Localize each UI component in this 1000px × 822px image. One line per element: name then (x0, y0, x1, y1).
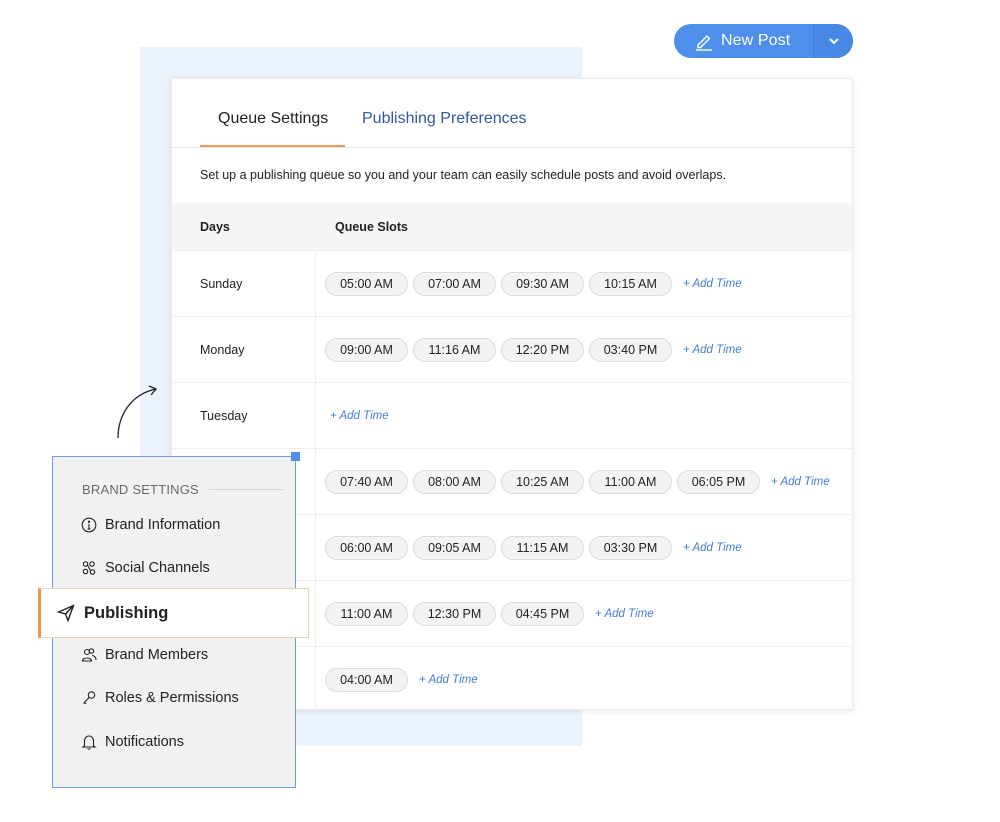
menu-item-roles-permissions[interactable]: Roles & Permissions (81, 690, 239, 706)
social-channels-icon (82, 561, 96, 575)
members-icon (81, 648, 97, 662)
time-slot-chip[interactable]: 10:25 AM (501, 469, 584, 494)
time-slot-chip[interactable]: 09:30 AM (501, 271, 584, 296)
column-header-days: Days (200, 219, 230, 234)
day-label: Tuesday (172, 383, 316, 448)
time-slot-chip[interactable]: 09:05 AM (413, 535, 496, 560)
add-time-link[interactable]: + Add Time (330, 410, 389, 422)
queue-slots: 11:00 AM 12:30 PM 04:45 PM + Add Time (316, 581, 654, 646)
queue-slots: 05:00 AM 07:00 AM 09:30 AM 10:15 AM + Add Ti… (316, 251, 742, 316)
time-slot-chip[interactable]: 12:20 PM (501, 337, 584, 362)
new-post-button[interactable]: New Post (674, 24, 813, 58)
time-slot-chip[interactable]: 05:00 AM (325, 271, 408, 296)
menu-item-publishing[interactable]: Publishing (38, 588, 309, 638)
day-label: Monday (172, 317, 316, 382)
pencil-icon (696, 35, 712, 51)
time-slot-chip[interactable]: 12:30 PM (413, 601, 496, 626)
queue-slots: 04:00 AM + Add Time (316, 647, 478, 712)
new-post-label: New Post (721, 32, 791, 49)
key-icon (83, 691, 96, 705)
time-slot-chip[interactable]: 03:30 PM (589, 535, 672, 560)
menu-item-social-channels[interactable]: Social Channels (81, 560, 210, 576)
time-slot-chip[interactable]: 08:00 AM (413, 469, 496, 494)
brand-settings-title: BRAND SETTINGS (82, 482, 199, 497)
add-time-link[interactable]: + Add Time (771, 476, 830, 488)
time-slot-chip[interactable]: 07:40 AM (325, 469, 408, 494)
active-tab-indicator (200, 145, 345, 147)
queue-slots: 09:00 AM 11:16 AM 12:20 PM 03:40 PM + Add Ti… (316, 317, 742, 382)
queue-slots: + Add Time (316, 383, 389, 448)
chevron-down-icon (828, 38, 839, 45)
new-post-dropdown-button[interactable] (813, 24, 853, 58)
tab-publishing-preferences[interactable]: Publishing Preferences (362, 110, 527, 128)
queue-description: Set up a publishing queue so you and you… (200, 168, 727, 182)
divider (209, 489, 283, 490)
menu-item-label: Roles & Permissions (105, 690, 239, 706)
paper-plane-icon (57, 604, 75, 622)
time-slot-chip[interactable]: 11:00 AM (325, 601, 408, 626)
time-slot-chip[interactable]: 06:05 PM (677, 469, 760, 494)
add-time-link[interactable]: + Add Time (595, 608, 654, 620)
time-slot-chip[interactable]: 10:15 AM (589, 271, 672, 296)
day-label: Sunday (172, 251, 316, 316)
table-row: Sunday 05:00 AM 07:00 AM 09:30 AM 10:15 AM + … (172, 250, 852, 316)
time-slot-chip[interactable]: 11:15 AM (501, 535, 584, 560)
add-time-link[interactable]: + Add Time (683, 278, 742, 290)
menu-item-label: Publishing (84, 603, 169, 622)
menu-item-label: Social Channels (105, 560, 210, 576)
time-slot-chip[interactable]: 09:00 AM (325, 337, 408, 362)
menu-item-notifications[interactable]: Notifications (81, 734, 184, 750)
tab-queue-settings[interactable]: Queue Settings (218, 110, 328, 128)
tab-bar: Queue Settings Publishing Preferences (172, 79, 852, 148)
add-time-link[interactable]: + Add Time (419, 674, 478, 686)
time-slot-chip[interactable]: 04:00 AM (325, 667, 408, 692)
resize-handle[interactable] (291, 452, 300, 461)
time-slot-chip[interactable]: 04:45 PM (501, 601, 584, 626)
menu-item-label: Brand Information (105, 517, 221, 533)
add-time-link[interactable]: + Add Time (683, 344, 742, 356)
menu-item-label: Brand Members (105, 647, 209, 663)
time-slot-chip[interactable]: 03:40 PM (589, 337, 672, 362)
curved-arrow-icon (117, 385, 158, 439)
table-row: Tuesday + Add Time (172, 382, 852, 448)
info-icon (81, 517, 97, 533)
queue-slots: 06:00 AM 09:05 AM 11:15 AM 03:30 PM + Add Ti… (316, 515, 742, 580)
queue-slots: 07:40 AM 08:00 AM 10:25 AM 11:00 AM 06:05 PM… (316, 449, 830, 514)
time-slot-chip[interactable]: 06:00 AM (325, 535, 408, 560)
column-header-queue-slots: Queue Slots (335, 219, 408, 234)
new-post-button-group[interactable]: New Post (674, 24, 853, 58)
menu-item-brand-members[interactable]: Brand Members (81, 647, 208, 663)
add-time-link[interactable]: + Add Time (683, 542, 742, 554)
time-slot-chip[interactable]: 11:16 AM (413, 337, 496, 362)
time-slot-chip[interactable]: 11:00 AM (589, 469, 672, 494)
menu-item-label: Notifications (105, 734, 184, 750)
bell-icon (81, 735, 97, 750)
table-row: Monday 09:00 AM 11:16 AM 12:20 PM 03:40 PM + … (172, 316, 852, 382)
table-header: Days Queue Slots (172, 203, 852, 250)
time-slot-chip[interactable]: 07:00 AM (413, 271, 496, 296)
menu-item-brand-information[interactable]: Brand Information (81, 517, 220, 533)
